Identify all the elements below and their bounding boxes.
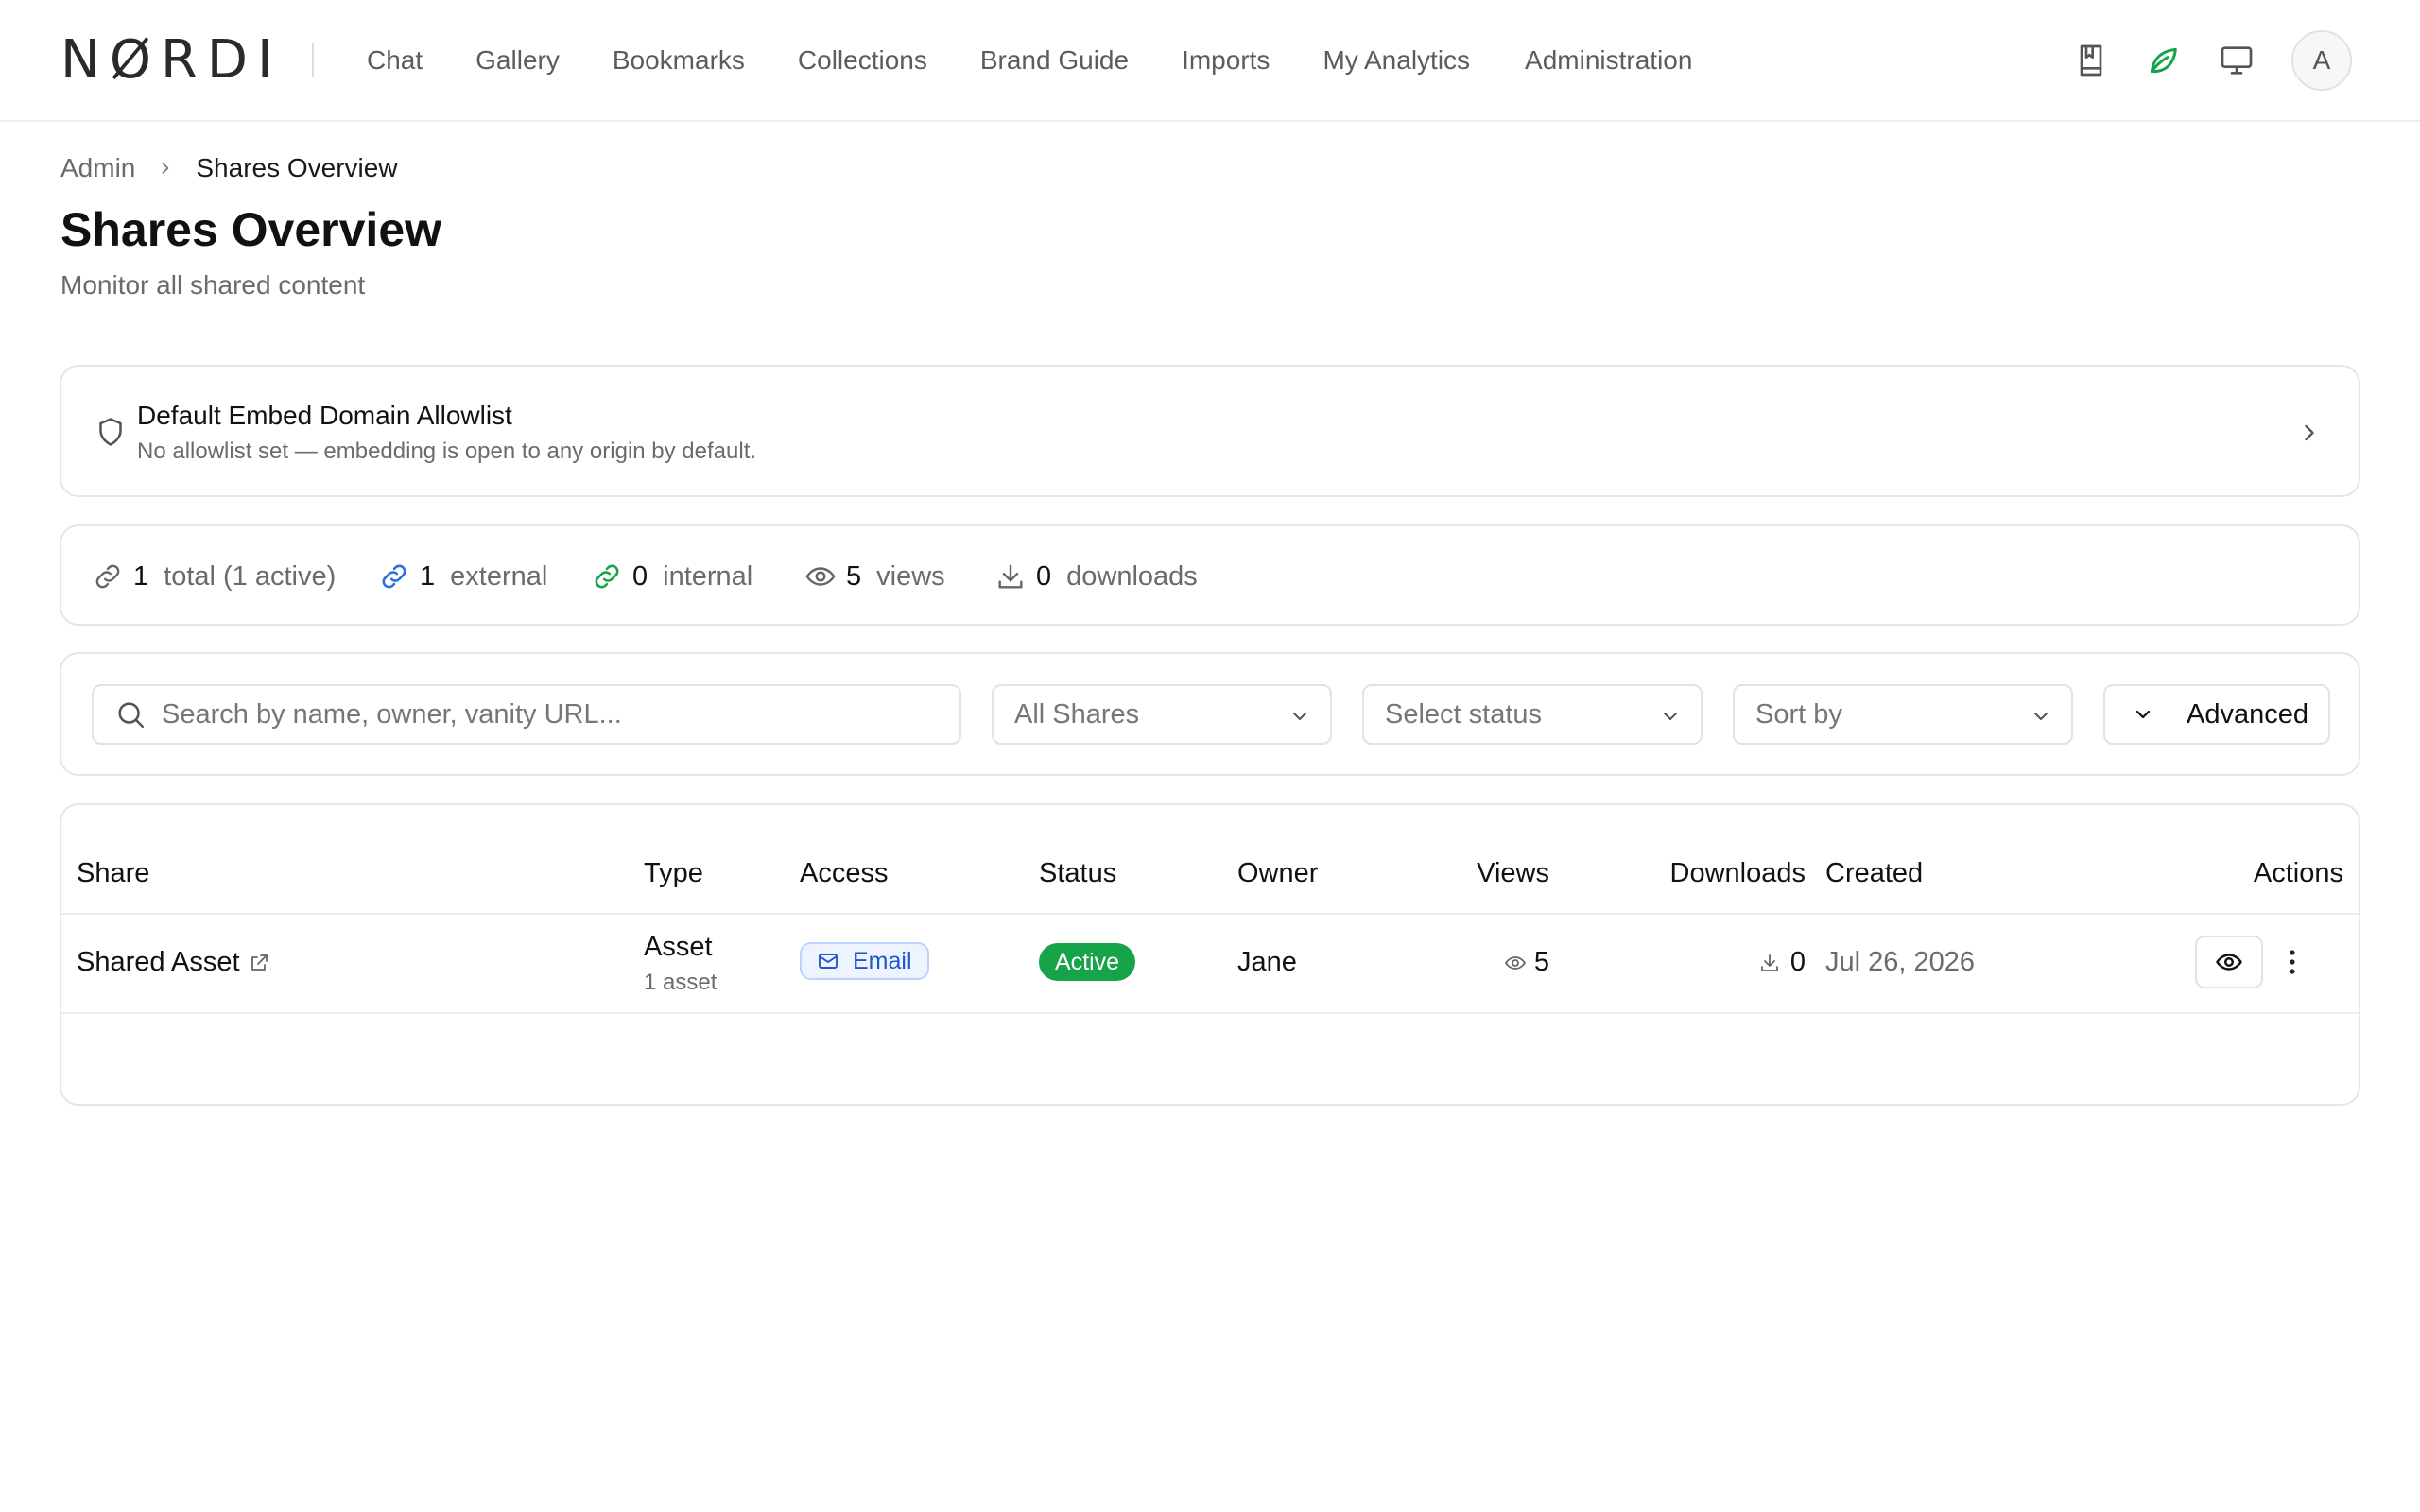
nav-brand-guide[interactable]: Brand Guide: [980, 42, 1129, 79]
download-icon: [998, 564, 1023, 589]
row-divider: [61, 1012, 2359, 1014]
share-downloads-value: 0: [1789, 947, 1806, 977]
monitor-icon[interactable]: [2218, 42, 2256, 79]
chevron-right-icon: [163, 163, 169, 174]
header-created[interactable]: Created: [1825, 858, 1923, 889]
chevron-down-icon: [1293, 713, 1306, 720]
nav-gallery[interactable]: Gallery: [475, 42, 560, 79]
nav-administration[interactable]: Administration: [1525, 42, 1692, 79]
header-status[interactable]: Status: [1039, 858, 1116, 889]
header-owner[interactable]: Owner: [1237, 858, 1318, 889]
header-type[interactable]: Type: [644, 858, 703, 889]
embed-allowlist-card[interactable]: Default Embed Domain Allowlist No allowl…: [60, 365, 2360, 497]
access-label: Email: [853, 947, 912, 974]
page-subtitle: Monitor all shared content: [60, 270, 366, 300]
stat-downloads-label: downloads: [1066, 560, 1198, 592]
shield-icon: [99, 418, 122, 446]
external-link-icon: [251, 954, 268, 971]
header-actions: Actions: [2253, 858, 2343, 888]
search-box[interactable]: [92, 684, 961, 745]
share-name: Shared Asset: [77, 947, 240, 977]
breadcrumb: Admin Shares Overview: [60, 153, 398, 183]
share-type-count: 1 asset: [644, 970, 717, 995]
header-divider: [61, 913, 2359, 915]
stat-views-value: 5: [846, 560, 862, 592]
leaf-icon[interactable]: [2144, 42, 2182, 79]
advanced-filters-button[interactable]: Advanced: [2103, 684, 2330, 745]
chevron-down-icon: [2034, 713, 2048, 720]
stat-external-value: 1: [420, 560, 436, 592]
download-icon: [1760, 954, 1778, 971]
allowlist-title: Default Embed Domain Allowlist: [137, 401, 512, 430]
stat-internal-label: internal: [663, 560, 753, 592]
page-title: Shares Overview: [60, 203, 442, 256]
sort-select-value: Sort by: [1755, 698, 1842, 730]
allowlist-description: No allowlist set — embedding is open to …: [137, 438, 757, 464]
stat-external: 1 external: [378, 560, 547, 593]
share-type-value: All Shares: [1014, 698, 1140, 730]
stat-views-label: views: [876, 560, 945, 592]
nav-imports[interactable]: Imports: [1182, 42, 1270, 79]
breadcrumb-admin[interactable]: Admin: [60, 153, 135, 183]
nordi-logo[interactable]: NØRDI: [60, 34, 283, 87]
header-share[interactable]: Share: [77, 858, 149, 889]
shares-table: Share Type Access Status Owner Views Dow…: [60, 803, 2360, 1106]
breadcrumb-current: Shares Overview: [196, 153, 398, 182]
top-navigation-bar: NØRDI Chat Gallery Bookmarks Collections…: [0, 0, 2420, 122]
stat-internal: 0 internal: [591, 560, 752, 593]
share-type-select[interactable]: All Shares: [992, 684, 1332, 745]
header-access[interactable]: Access: [800, 858, 888, 889]
more-vertical-icon: [2290, 950, 2295, 974]
view-share-button[interactable]: [2195, 936, 2263, 988]
nav-collections[interactable]: Collections: [798, 42, 927, 79]
nav-my-analytics[interactable]: My Analytics: [1322, 42, 1470, 79]
share-views: 5: [1504, 947, 1549, 978]
link-icon: [95, 564, 120, 589]
search-icon: [118, 702, 145, 729]
share-name-link[interactable]: Shared Asset: [77, 947, 270, 978]
external-link-icon: [382, 564, 406, 589]
status-badge: Active: [1039, 943, 1136, 981]
share-stats-card: 1 total (1 active) 1 external 0 internal…: [60, 524, 2360, 626]
eye-icon: [805, 567, 836, 586]
share-downloads: 0: [1758, 947, 1806, 978]
stat-downloads: 0 downloads: [994, 560, 1198, 593]
stat-total-value: 1: [133, 560, 149, 592]
user-avatar[interactable]: A: [2291, 30, 2352, 91]
header-downloads[interactable]: Downloads: [1670, 858, 1806, 889]
stat-downloads-value: 0: [1036, 560, 1052, 592]
chevron-right-icon: [2305, 424, 2314, 441]
share-views-value: 5: [1533, 947, 1549, 977]
logo-divider: [312, 43, 314, 77]
eye-icon: [1504, 955, 1526, 970]
status-select[interactable]: Select status: [1362, 684, 1703, 745]
nav-chat[interactable]: Chat: [367, 42, 423, 79]
filters-card: All Shares Select status Sort by Advance…: [60, 652, 2360, 776]
nav-bookmarks[interactable]: Bookmarks: [613, 42, 745, 79]
stat-total: 1 total (1 active): [92, 560, 336, 593]
status-select-value: Select status: [1385, 698, 1543, 730]
share-type: Asset: [644, 932, 713, 962]
stat-internal-value: 0: [632, 560, 648, 592]
chevron-down-icon: [2135, 710, 2151, 719]
stat-external-label: external: [450, 560, 548, 592]
main-nav: Chat Gallery Bookmarks Collections Brand…: [367, 42, 1692, 79]
eye-icon: [2216, 954, 2242, 971]
header-views[interactable]: Views: [1477, 858, 1549, 889]
advanced-label: Advanced: [2187, 698, 2308, 730]
internal-link-icon: [595, 564, 619, 589]
chevron-down-icon: [1664, 713, 1677, 720]
more-actions-button[interactable]: [2273, 941, 2311, 983]
access-badge: Email: [800, 942, 929, 980]
share-owner: Jane: [1237, 947, 1297, 977]
bookmark-book-icon[interactable]: [2072, 42, 2110, 79]
stat-views: 5 views: [804, 560, 945, 593]
sort-select[interactable]: Sort by: [1733, 684, 2073, 745]
mail-icon: [819, 954, 838, 969]
share-created-date: Jul 26, 2026: [1825, 947, 1976, 977]
stat-total-label: total (1 active): [164, 560, 337, 592]
search-input[interactable]: [162, 698, 937, 730]
